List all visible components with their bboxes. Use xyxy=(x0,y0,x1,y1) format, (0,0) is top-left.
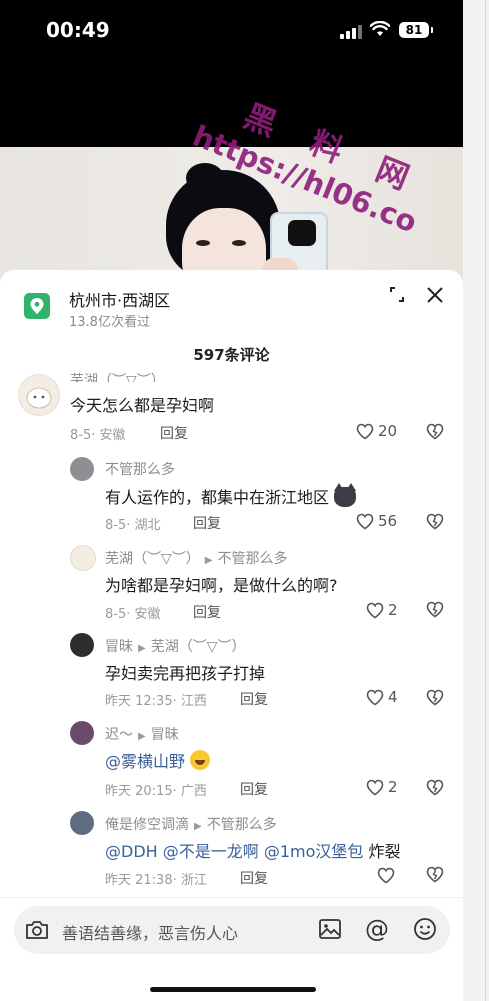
comment-meta: 昨天 21:38· 浙江 xyxy=(105,873,207,888)
status-bar: 00:49 81 xyxy=(0,0,463,60)
comment-username[interactable]: 芜湖（︶▽︶） xyxy=(70,370,165,382)
comment-text: @DDH @不是一龙啊 @1mo汉堡包 炸裂 xyxy=(105,842,401,861)
reply-arrow-icon: ▶ xyxy=(194,821,202,832)
comment-username[interactable]: 不管那么多 xyxy=(105,459,175,479)
avatar[interactable] xyxy=(70,457,94,481)
comment-meta: 昨天 20:15· 广西 xyxy=(105,784,207,799)
avatar[interactable] xyxy=(18,374,60,416)
heart-icon xyxy=(356,513,374,530)
heart-icon xyxy=(356,423,374,440)
status-time: 00:49 xyxy=(46,18,110,42)
battery-icon: 81 xyxy=(399,22,433,38)
comment-text: 为啥都是孕妇啊，是做什么的啊? xyxy=(105,576,338,595)
comment-input[interactable]: 善语结善缘，恶言伤人心 xyxy=(62,920,238,944)
side-strip xyxy=(463,0,489,1001)
location-icon xyxy=(24,293,50,319)
avatar[interactable] xyxy=(70,545,96,571)
reply-arrow-icon: ▶ xyxy=(204,555,213,566)
like-count: 2 xyxy=(388,601,398,619)
comment-text: @雾横山野 xyxy=(105,748,211,772)
mention-at-icon[interactable]: @ xyxy=(365,916,389,942)
dislike-icon[interactable] xyxy=(426,601,444,618)
dislike-icon[interactable] xyxy=(426,689,444,706)
like-count: 2 xyxy=(388,778,398,796)
like-button[interactable] xyxy=(377,866,399,884)
reply-button[interactable]: 回复 xyxy=(193,602,221,622)
cat-emoji-icon xyxy=(334,483,357,507)
comment-username[interactable]: 冒昧 ▶ 芜湖（︶▽︶） xyxy=(105,636,245,656)
reply-button[interactable]: 回复 xyxy=(240,868,268,888)
like-count: 4 xyxy=(388,688,398,706)
comment-meta: 昨天 12:35· 江西 xyxy=(105,694,207,709)
comment-meta: 8-5· 安徽 xyxy=(70,428,126,443)
reply-button[interactable]: 回复 xyxy=(160,423,188,443)
heart-icon xyxy=(366,602,384,619)
laugh-emoji-icon xyxy=(190,750,211,770)
divider xyxy=(0,897,463,898)
mention-link[interactable]: @1mo汉堡包 xyxy=(264,842,364,861)
avatar[interactable] xyxy=(70,633,94,657)
like-button[interactable]: 20 xyxy=(356,422,397,440)
dislike-icon[interactable] xyxy=(426,779,444,796)
like-button[interactable]: 2 xyxy=(366,601,398,619)
expand-icon[interactable] xyxy=(386,284,408,306)
like-button[interactable]: 4 xyxy=(366,688,398,706)
comment-text: 有人运作的，都集中在浙江地区 xyxy=(105,483,357,508)
dislike-icon[interactable] xyxy=(426,866,444,883)
mention-link[interactable]: @雾横山野 xyxy=(105,752,185,771)
mention-link[interactable]: @不是一龙啊 xyxy=(163,842,259,861)
comment-count: 597条评论 xyxy=(193,346,270,364)
comment-username[interactable]: 芜湖（︶▽︶） ▶ 不管那么多 xyxy=(105,548,287,568)
heart-icon xyxy=(366,779,384,796)
location-title[interactable]: 杭州市·西湖区 xyxy=(69,287,170,311)
wifi-icon xyxy=(370,21,390,36)
heart-icon xyxy=(366,689,384,706)
like-button[interactable]: 56 xyxy=(356,512,397,530)
like-count: 56 xyxy=(378,512,398,530)
dislike-icon[interactable] xyxy=(426,513,444,530)
signal-icon xyxy=(340,24,362,39)
person-eye xyxy=(232,240,246,246)
like-button[interactable]: 2 xyxy=(366,778,398,796)
location-views: 13.8亿次看过 xyxy=(69,315,150,330)
comment-text: 今天怎么都是孕妇啊 xyxy=(70,396,215,415)
reply-arrow-icon: ▶ xyxy=(138,731,146,742)
comment-text: 孕妇卖完再把孩子打掉 xyxy=(105,664,266,683)
dislike-icon[interactable] xyxy=(426,423,444,440)
image-icon[interactable] xyxy=(318,917,342,941)
emoji-icon[interactable] xyxy=(413,917,437,941)
avatar[interactable] xyxy=(70,721,94,745)
mention-link[interactable]: @DDH xyxy=(105,842,158,861)
home-indicator[interactable] xyxy=(150,987,316,992)
avatar[interactable] xyxy=(70,811,94,835)
comment-meta: 8-5· 湖北 xyxy=(105,518,161,533)
like-count: 20 xyxy=(378,422,398,440)
reply-button[interactable]: 回复 xyxy=(240,689,268,709)
comment-username[interactable]: 俺是修空调滴 ▶ 不管那么多 xyxy=(105,814,277,834)
comment-meta: 8-5· 安徽 xyxy=(105,607,161,622)
person-eye xyxy=(196,240,210,246)
close-icon[interactable] xyxy=(424,284,446,306)
reply-button[interactable]: 回复 xyxy=(240,779,268,799)
comment-username[interactable]: 迟～ ▶ 冒昧 xyxy=(105,724,179,744)
heart-icon xyxy=(377,867,395,884)
reply-arrow-icon: ▶ xyxy=(138,643,146,654)
person-hair-bun xyxy=(186,163,224,193)
camera-icon[interactable] xyxy=(24,918,50,942)
reply-button[interactable]: 回复 xyxy=(193,513,221,533)
